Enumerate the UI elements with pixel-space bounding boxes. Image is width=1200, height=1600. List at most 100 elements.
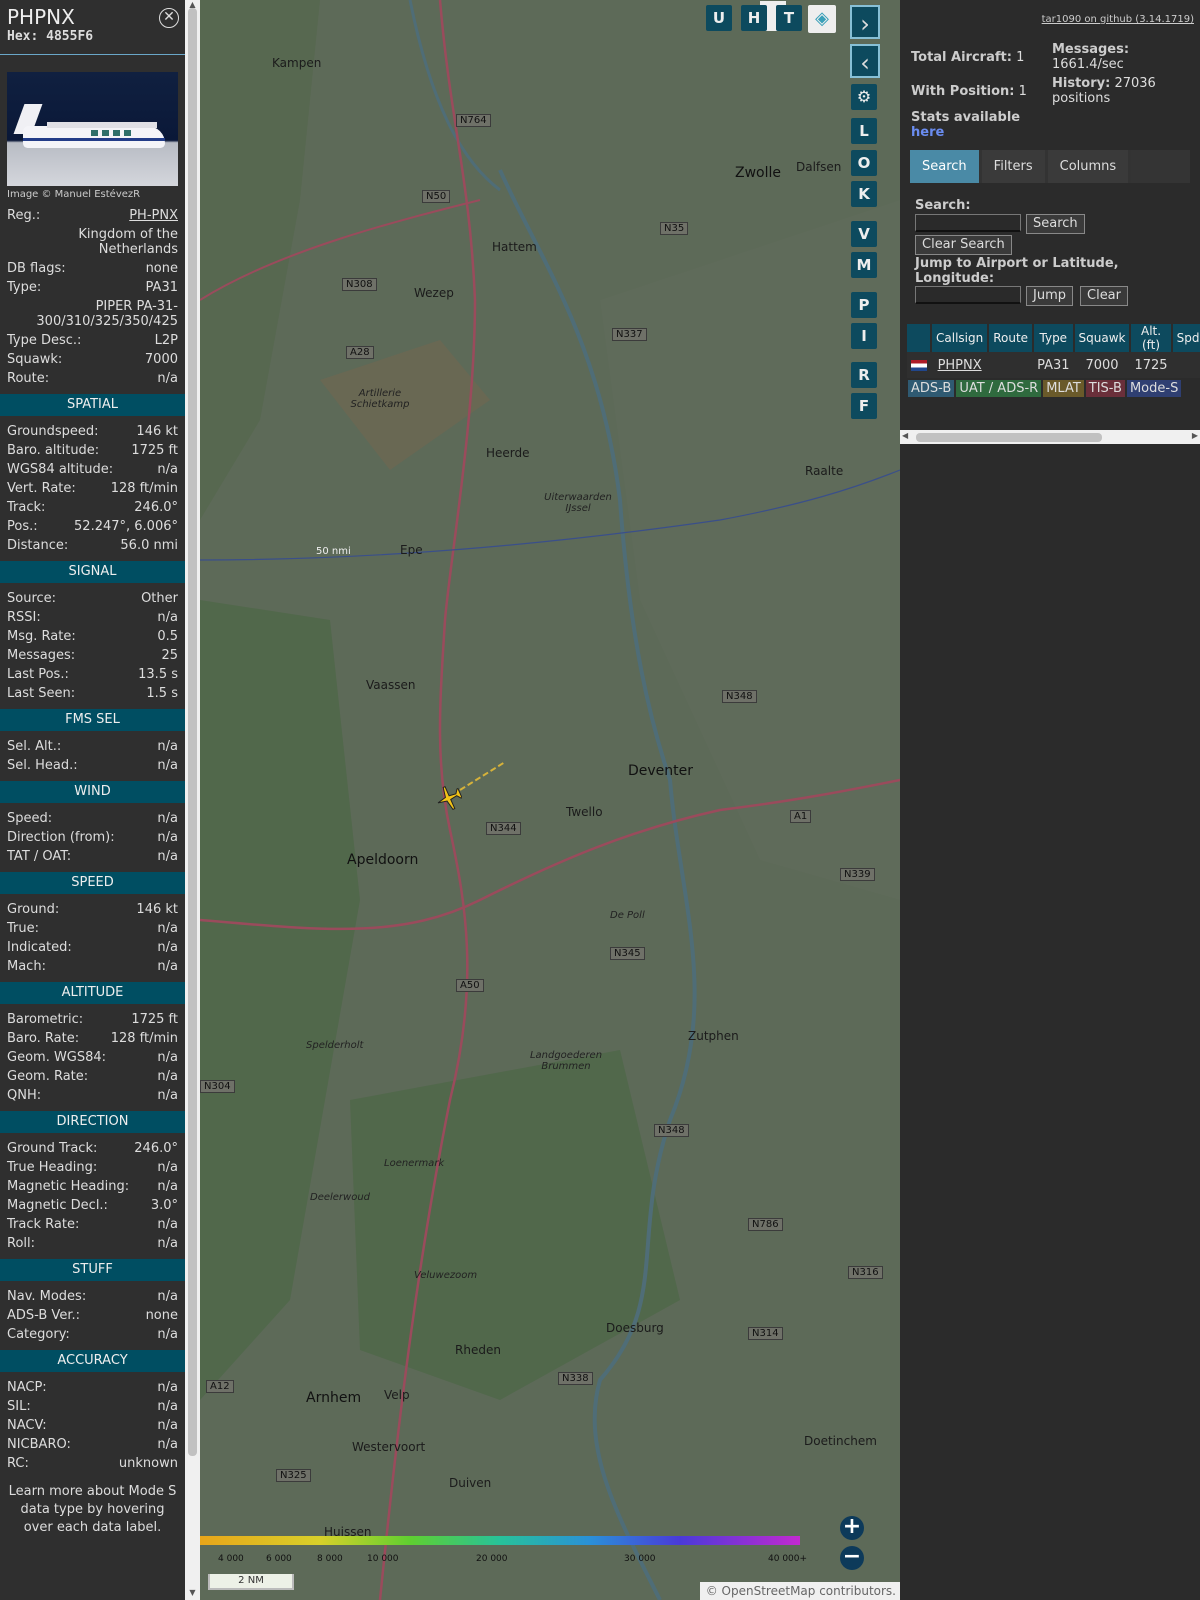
row-key[interactable]: Baro. altitude: bbox=[7, 441, 99, 460]
detail-row: Type Desc.: L2P bbox=[0, 331, 185, 350]
side-button-v[interactable]: V bbox=[851, 221, 877, 247]
row-key[interactable]: Magnetic Decl.: bbox=[7, 1196, 108, 1215]
sidebar-scrollbar[interactable]: ▲ ▼ bbox=[185, 0, 200, 1600]
row-key[interactable]: Nav. Modes: bbox=[7, 1287, 86, 1306]
row-key[interactable]: RC: bbox=[7, 1454, 29, 1473]
row-key[interactable]: Source: bbox=[7, 589, 56, 608]
collapse-left-icon[interactable]: ‹ bbox=[850, 44, 880, 78]
row-key[interactable]: Sel. Alt.: bbox=[7, 737, 61, 756]
close-icon[interactable]: ✕ bbox=[159, 8, 179, 28]
side-button-r[interactable]: R bbox=[851, 362, 877, 388]
col-type[interactable]: Type bbox=[1033, 324, 1075, 352]
search-button[interactable]: Search bbox=[1026, 214, 1085, 234]
row-key[interactable]: Category: bbox=[7, 1325, 70, 1344]
side-button-m[interactable]: M bbox=[851, 252, 877, 278]
row-key[interactable]: Last Pos.: bbox=[7, 665, 69, 684]
side-button-i[interactable]: I bbox=[851, 323, 877, 349]
col-altitude[interactable]: Alt. (ft) bbox=[1130, 324, 1173, 352]
row-key[interactable]: Geom. Rate: bbox=[7, 1067, 88, 1086]
row-key[interactable]: True: bbox=[7, 919, 39, 938]
expand-right-icon[interactable]: › bbox=[850, 5, 880, 39]
side-button-k[interactable]: K bbox=[851, 181, 877, 207]
row-key[interactable]: Track Rate: bbox=[7, 1215, 79, 1234]
row-key[interactable]: Magnetic Heading: bbox=[7, 1177, 129, 1196]
row-value: n/a bbox=[157, 830, 178, 845]
layer-button-u[interactable]: U bbox=[706, 5, 732, 31]
row-key[interactable]: Vert. Rate: bbox=[7, 479, 76, 498]
row-key[interactable]: Geom. WGS84: bbox=[7, 1048, 106, 1067]
col-callsign[interactable]: Callsign bbox=[931, 324, 990, 352]
github-link[interactable]: tar1090 on github (3.14.1719) bbox=[1042, 14, 1194, 25]
row-key[interactable]: ADS-B Ver.: bbox=[7, 1306, 80, 1325]
row-key[interactable]: Msg. Rate: bbox=[7, 627, 76, 646]
col-speed[interactable]: Spd. bbox=[1171, 324, 1200, 352]
row-key[interactable]: Track: bbox=[7, 498, 45, 517]
row-key[interactable]: Ground: bbox=[7, 900, 59, 919]
clear-button[interactable]: Clear bbox=[1080, 286, 1128, 306]
row-key[interactable]: Last Seen: bbox=[7, 684, 75, 703]
tab-columns[interactable]: Columns bbox=[1047, 150, 1129, 183]
row-key[interactable]: Barometric: bbox=[7, 1010, 83, 1029]
stats-link[interactable]: here bbox=[911, 125, 944, 140]
row-key[interactable]: Pos.: bbox=[7, 517, 38, 536]
col-route[interactable]: Route bbox=[988, 324, 1035, 352]
row-key[interactable]: Mach: bbox=[7, 957, 46, 976]
layers-icon[interactable]: ◈ bbox=[808, 5, 836, 33]
zoom-out-icon[interactable]: − bbox=[840, 1546, 864, 1570]
detail-value[interactable]: PH-PNX bbox=[129, 206, 178, 225]
row-key[interactable]: NICBARO: bbox=[7, 1435, 71, 1454]
scroll-left-icon[interactable]: ◀ bbox=[902, 431, 908, 440]
row-key[interactable]: Direction (from): bbox=[7, 828, 115, 847]
jump-button[interactable]: Jump bbox=[1026, 286, 1073, 306]
row-key[interactable]: RSSI: bbox=[7, 608, 41, 627]
row-key[interactable]: WGS84 altitude: bbox=[7, 460, 113, 479]
row-key[interactable]: True Heading: bbox=[7, 1158, 97, 1177]
row-key[interactable]: Distance: bbox=[7, 536, 68, 555]
clear-search-button[interactable]: Clear Search bbox=[915, 235, 1012, 255]
layer-button-t[interactable]: T bbox=[776, 5, 802, 31]
row-key[interactable]: QNH: bbox=[7, 1086, 41, 1105]
row-key[interactable]: Speed: bbox=[7, 809, 52, 828]
hscroll-thumb[interactable] bbox=[916, 433, 1102, 442]
row-key[interactable]: Groundspeed: bbox=[7, 422, 98, 441]
row-key[interactable]: SIL: bbox=[7, 1397, 31, 1416]
side-button-f[interactable]: F bbox=[851, 393, 877, 419]
map-attribution[interactable]: © OpenStreetMap contributors. bbox=[700, 1582, 900, 1600]
aircraft-marker-icon[interactable] bbox=[436, 785, 462, 811]
section-stuff-row: ADS-B Ver.: none bbox=[0, 1306, 185, 1325]
layer-button-h[interactable]: H bbox=[741, 5, 767, 31]
side-button-p[interactable]: P bbox=[851, 292, 877, 318]
aircraft-header: PHPNX Hex: 4855F6 ✕ bbox=[0, 0, 185, 55]
row-key[interactable]: Sel. Head.: bbox=[7, 756, 78, 775]
col-squawk[interactable]: Squawk bbox=[1073, 324, 1132, 352]
tab-filters[interactable]: Filters bbox=[981, 150, 1045, 183]
scroll-down-icon[interactable]: ▼ bbox=[187, 1588, 198, 1598]
row-key[interactable]: NACV: bbox=[7, 1416, 47, 1435]
photo-window bbox=[113, 130, 120, 136]
row-key[interactable]: Roll: bbox=[7, 1234, 35, 1253]
row-key[interactable]: NACP: bbox=[7, 1378, 47, 1397]
section-speed-row: Indicated: n/a bbox=[0, 938, 185, 957]
stats-label: Stats available bbox=[911, 110, 1021, 125]
scroll-right-icon[interactable]: ▶ bbox=[1192, 431, 1198, 440]
tab-search[interactable]: Search bbox=[910, 150, 979, 183]
table-row[interactable]: PHPNX PA31 7000 1725 bbox=[907, 352, 1200, 378]
jump-input[interactable] bbox=[915, 286, 1021, 304]
map-view[interactable]: Zwolle Kampen Dalfsen Hattem Wezep Heerde Epe R… bbox=[200, 0, 900, 1600]
row-key[interactable]: TAT / OAT: bbox=[7, 847, 71, 866]
search-input[interactable] bbox=[915, 214, 1021, 232]
side-button-o[interactable]: O bbox=[851, 150, 877, 176]
aircraft-photo[interactable] bbox=[7, 72, 178, 186]
row-key[interactable]: Baro. Rate: bbox=[7, 1029, 79, 1048]
row-callsign[interactable]: PHPNX bbox=[931, 352, 989, 378]
side-button-l[interactable]: L bbox=[851, 118, 877, 144]
scroll-thumb[interactable] bbox=[188, 8, 197, 1456]
settings-gear-icon[interactable]: ⚙ bbox=[851, 84, 877, 110]
row-key[interactable]: Ground Track: bbox=[7, 1139, 97, 1158]
legend-tick: 40 000+ bbox=[768, 1554, 808, 1564]
zoom-in-icon[interactable]: + bbox=[840, 1516, 864, 1540]
row-value: 25 bbox=[161, 648, 178, 663]
row-key[interactable]: Indicated: bbox=[7, 938, 72, 957]
table-hscrollbar[interactable]: ◀ ▶ bbox=[900, 430, 1200, 444]
row-key[interactable]: Messages: bbox=[7, 646, 75, 665]
